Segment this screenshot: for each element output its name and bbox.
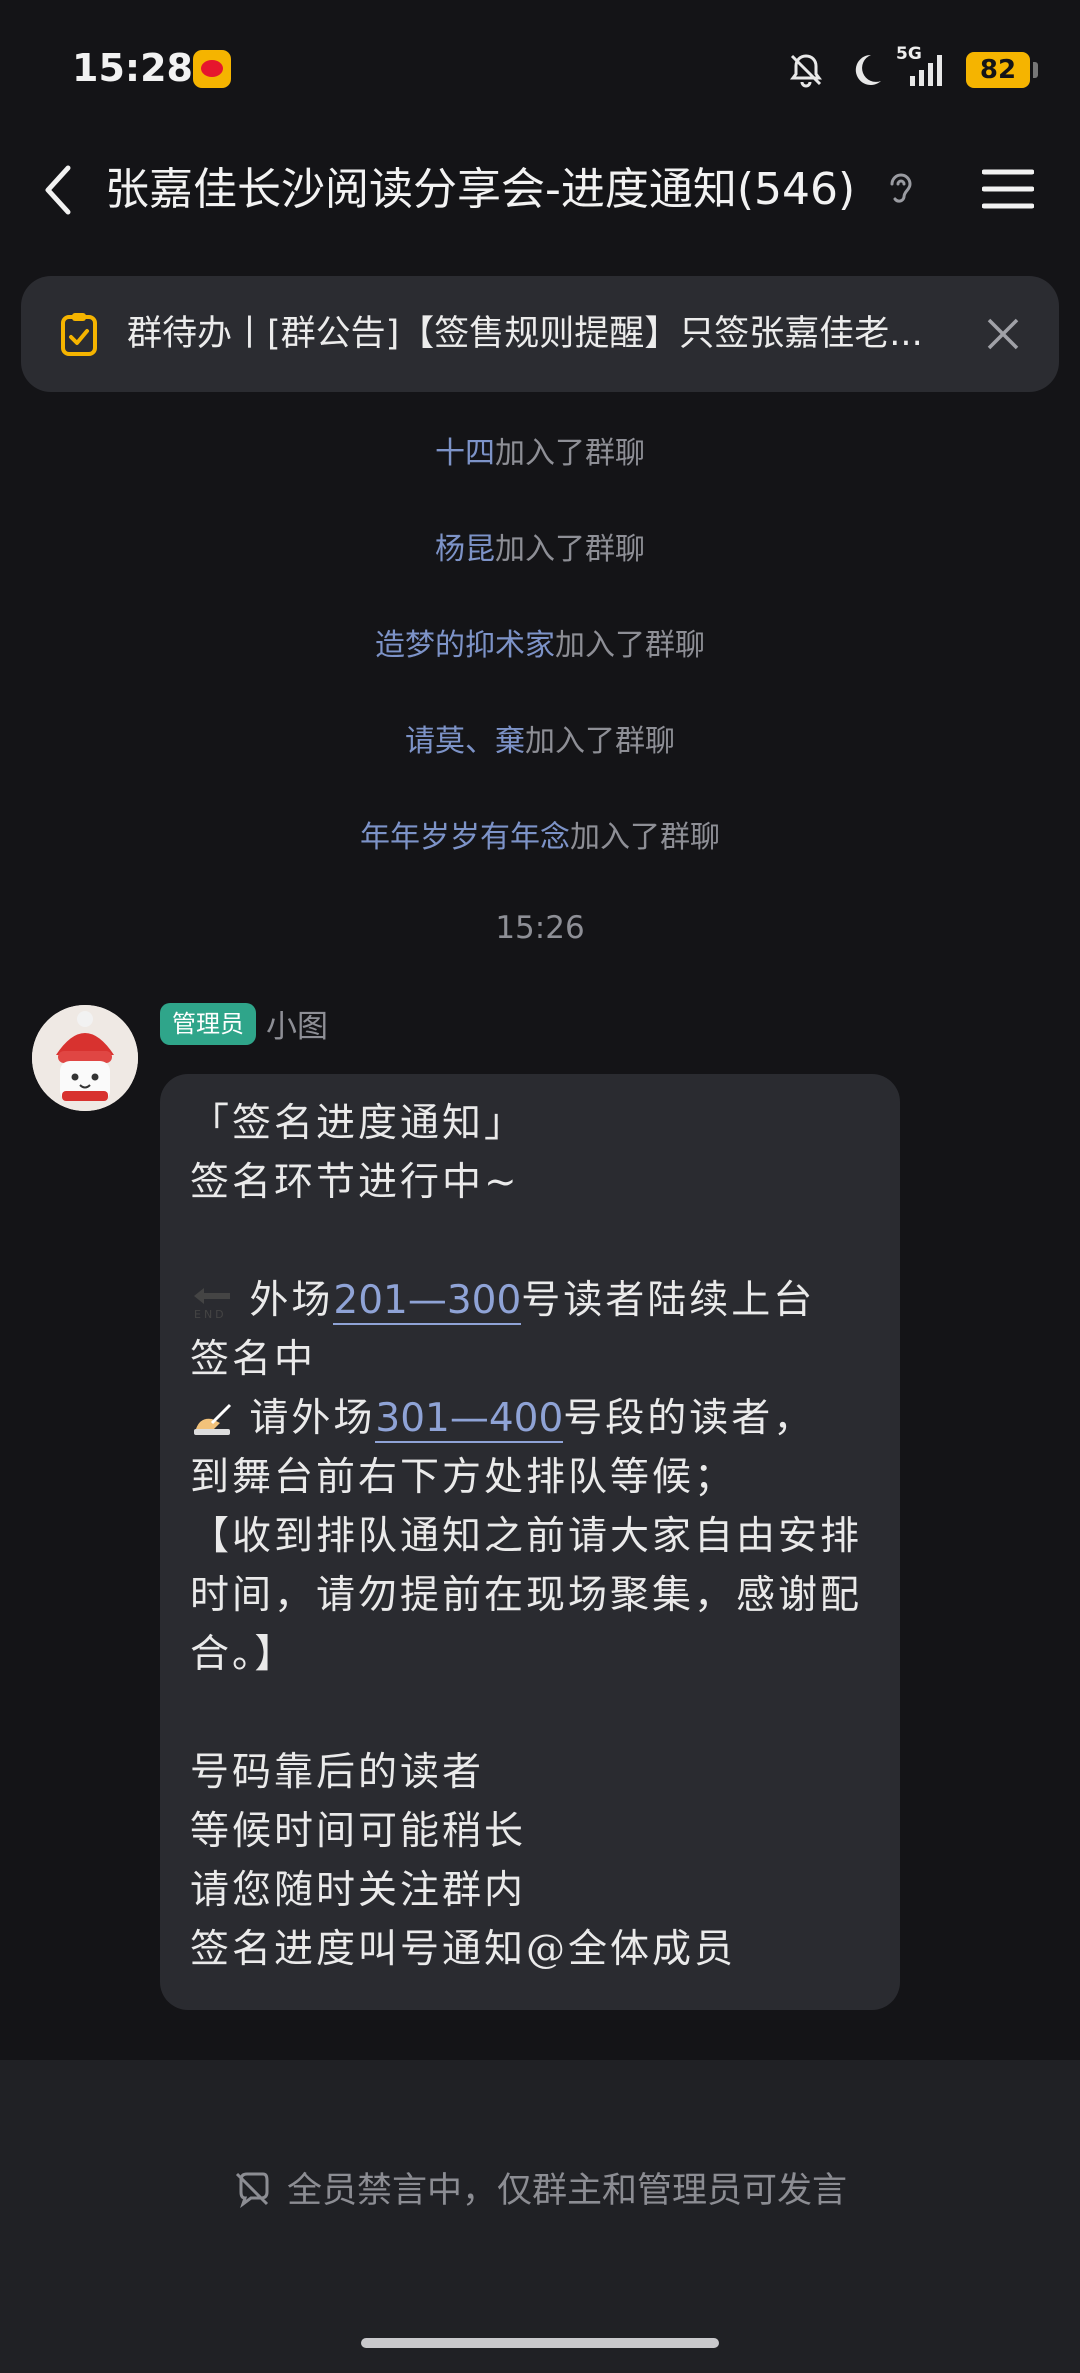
todo-icon: [61, 313, 97, 356]
message-text-segment: 请外场: [234, 1396, 376, 1441]
writing-hand-icon: [194, 1403, 232, 1435]
number-range-link[interactable]: 301—400: [375, 1396, 564, 1443]
status-time: 15:28: [72, 46, 193, 90]
message-line: 请您随时关注群内: [190, 1868, 527, 1913]
announcement-banner[interactable]: 群待办丨[群公告]【签售规则提醒】只签张嘉佳老...: [21, 276, 1059, 392]
join-text: 加入了群聊: [495, 436, 645, 471]
message-line: 「签名进度通知」: [190, 1101, 527, 1146]
input-area-muted: 全员禁言中，仅群主和管理员可发言: [0, 2060, 1080, 2373]
message-bubble[interactable]: 「签名进度通知」 签名环节进行中~ END 外场201—300号读者陆续上台 签…: [160, 1074, 900, 2010]
muted-icon: [235, 2172, 269, 2209]
message-text-segment: 号读者陆续上台: [521, 1278, 816, 1323]
status-icons: 5G 82: [786, 44, 1038, 94]
weibo-icon: [193, 50, 231, 88]
message-timestamp: 15:26: [495, 910, 585, 946]
close-icon[interactable]: [983, 314, 1023, 354]
moon-icon: [846, 50, 886, 90]
network-label: 5G: [896, 44, 922, 64]
system-message: 造梦的抑术家加入了群聊: [0, 624, 1080, 668]
avatar[interactable]: [32, 1005, 138, 1111]
message-paragraph: 【收到排队通知之前请大家自由安排时间，请勿提前在现场聚集，感谢配合。】: [190, 1514, 863, 1677]
message-line: 请外场301—400号段的读者，: [190, 1389, 880, 1448]
svg-text:END: END: [194, 1308, 227, 1321]
message-text: 「签名进度通知」 签名环节进行中~ END 外场201—300号读者陆续上台 签…: [190, 1094, 880, 1979]
member-name[interactable]: 请莫、棄: [405, 724, 525, 759]
message-line: 等候时间可能稍长: [190, 1809, 527, 1854]
join-text: 加入了群聊: [525, 724, 675, 759]
sender-name[interactable]: 小图: [266, 1006, 328, 1048]
member-name[interactable]: 年年岁岁有年念: [360, 820, 570, 855]
message-line: 签名进度叫号通知@全体成员: [190, 1927, 737, 1972]
admin-badge: 管理员: [160, 1003, 256, 1045]
mute-text: 全员禁言中，仅群主和管理员可发言: [286, 2171, 847, 2211]
announcement-text: 群待办丨[群公告]【签售规则提醒】只签张嘉佳老...: [127, 314, 923, 354]
system-message: 年年岁岁有年念加入了群聊: [0, 816, 1080, 860]
message-line: 签名中: [190, 1337, 317, 1382]
message-line: END 外场201—300号读者陆续上台: [190, 1271, 880, 1330]
message-line: 到舞台前右下方处排队等候；: [190, 1455, 737, 1500]
member-name[interactable]: 造梦的抑术家: [375, 628, 555, 663]
message-line: 号码靠后的读者: [190, 1750, 485, 1795]
signal-icon: 5G: [896, 44, 946, 90]
chat-title: 张嘉佳长沙阅读分享会-进度通知(546): [105, 164, 856, 215]
member-name[interactable]: 杨昆: [435, 532, 495, 567]
system-message: 十四加入了群聊: [0, 432, 1080, 476]
end-arrow-icon: END: [194, 1288, 230, 1321]
status-bar: 15:28 5G 82: [0, 0, 1080, 140]
member-name[interactable]: 十四: [435, 436, 495, 471]
chat-header: 张嘉佳长沙阅读分享会-进度通知(546): [0, 140, 1080, 240]
battery-icon: 82: [966, 52, 1038, 88]
join-text: 加入了群聊: [495, 532, 645, 567]
mute-notice: 全员禁言中，仅群主和管理员可发言: [0, 2166, 1080, 2216]
number-range-link[interactable]: 201—300: [333, 1278, 522, 1325]
system-message: 杨昆加入了群聊: [0, 528, 1080, 572]
menu-icon[interactable]: [982, 164, 1034, 214]
message-text-segment: 号段的读者，: [563, 1396, 816, 1441]
system-message: 请莫、棄加入了群聊: [0, 720, 1080, 764]
join-text: 加入了群聊: [570, 820, 720, 855]
back-icon[interactable]: [36, 158, 80, 222]
join-text: 加入了群聊: [555, 628, 705, 663]
bell-muted-icon: [786, 50, 826, 90]
message-text-segment: 外场: [234, 1278, 334, 1323]
home-indicator[interactable]: [361, 2338, 719, 2348]
ear-icon[interactable]: [880, 168, 920, 212]
message-line: 签名环节进行中~: [190, 1160, 520, 1205]
